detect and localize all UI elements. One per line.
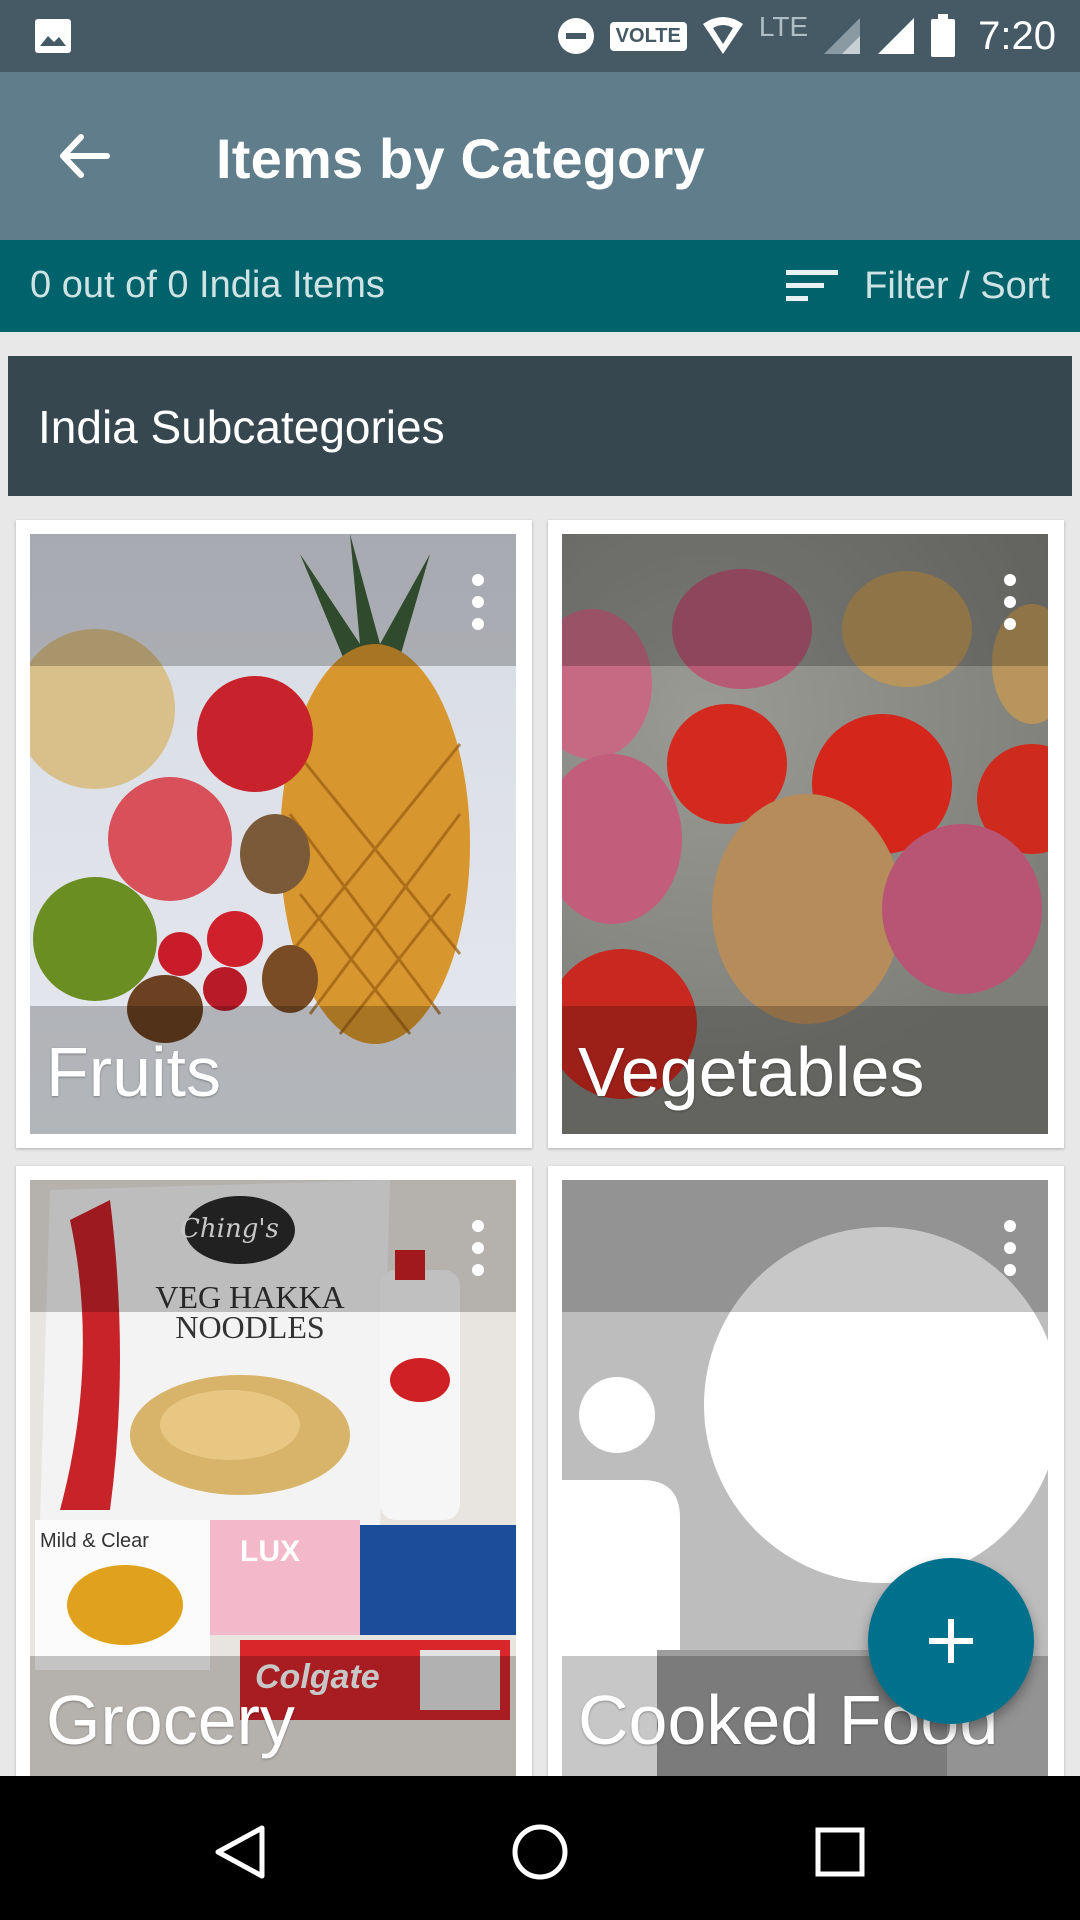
recents-square-icon — [815, 1827, 865, 1877]
do-not-disturb-icon — [557, 18, 594, 54]
back-triangle-icon — [215, 1825, 265, 1879]
wifi-icon — [702, 17, 743, 54]
sort-icon — [786, 270, 839, 301]
gallery-icon — [35, 19, 71, 53]
more-options-icon[interactable] — [470, 574, 486, 630]
card-label: Vegetables — [578, 1033, 925, 1111]
filter-sort-label: Filter / Sort — [864, 264, 1050, 307]
add-item-fab[interactable] — [868, 1558, 1034, 1724]
page-title: Items by Category — [216, 127, 705, 190]
fruits-image: Fruits — [30, 534, 516, 1134]
signal-icon — [824, 18, 861, 54]
section-title: India Subcategories — [38, 401, 445, 453]
arrow-back-icon — [60, 134, 110, 178]
more-options-icon[interactable] — [470, 1220, 486, 1276]
vegetables-image: Vegetables — [562, 534, 1048, 1134]
items-summary-bar: 0 out of 0 India Items Filter / Sort — [0, 240, 1080, 332]
battery-icon — [931, 14, 956, 57]
lux-text: LUX — [240, 1535, 300, 1568]
category-card-grocery[interactable]: Ching's VEG HAKKA NOODLES Mild & Clear L… — [16, 1166, 532, 1776]
network-type: LTE — [758, 11, 809, 42]
soap-brand-text: Mild & Clear — [40, 1530, 149, 1552]
volte-badge: VOLTE — [609, 21, 687, 51]
section-header: India Subcategories — [8, 356, 1072, 496]
home-circle-icon — [512, 1824, 568, 1880]
back-button[interactable] — [44, 116, 124, 196]
more-options-icon[interactable] — [1002, 1220, 1018, 1276]
top-scrim — [30, 1180, 516, 1312]
add-icon — [929, 1619, 973, 1663]
filter-sort-button[interactable]: Filter / Sort — [784, 240, 1050, 332]
category-card-fruits[interactable]: Fruits — [16, 520, 532, 1148]
nav-home-button[interactable] — [500, 1812, 580, 1892]
top-scrim — [562, 1180, 1048, 1312]
card-label: Fruits — [46, 1033, 221, 1111]
clock: 7:20 — [978, 13, 1056, 58]
system-navigation-bar — [0, 1776, 1080, 1920]
card-label: Grocery — [46, 1681, 295, 1759]
nav-back-button[interactable] — [200, 1812, 280, 1892]
nav-recents-button[interactable] — [800, 1812, 880, 1892]
app-bar: Items by Category — [0, 72, 1080, 240]
item-count-text: 0 out of 0 India Items — [30, 264, 385, 306]
category-card-vegetables[interactable]: Vegetables — [548, 520, 1064, 1148]
more-options-icon[interactable] — [1002, 574, 1018, 630]
status-bar: VOLTE LTE 7:20 — [0, 0, 1080, 72]
signal-full-icon — [878, 18, 915, 54]
top-scrim — [562, 534, 1048, 666]
top-scrim — [30, 534, 516, 666]
grocery-image: Ching's VEG HAKKA NOODLES Mild & Clear L… — [30, 1180, 516, 1776]
